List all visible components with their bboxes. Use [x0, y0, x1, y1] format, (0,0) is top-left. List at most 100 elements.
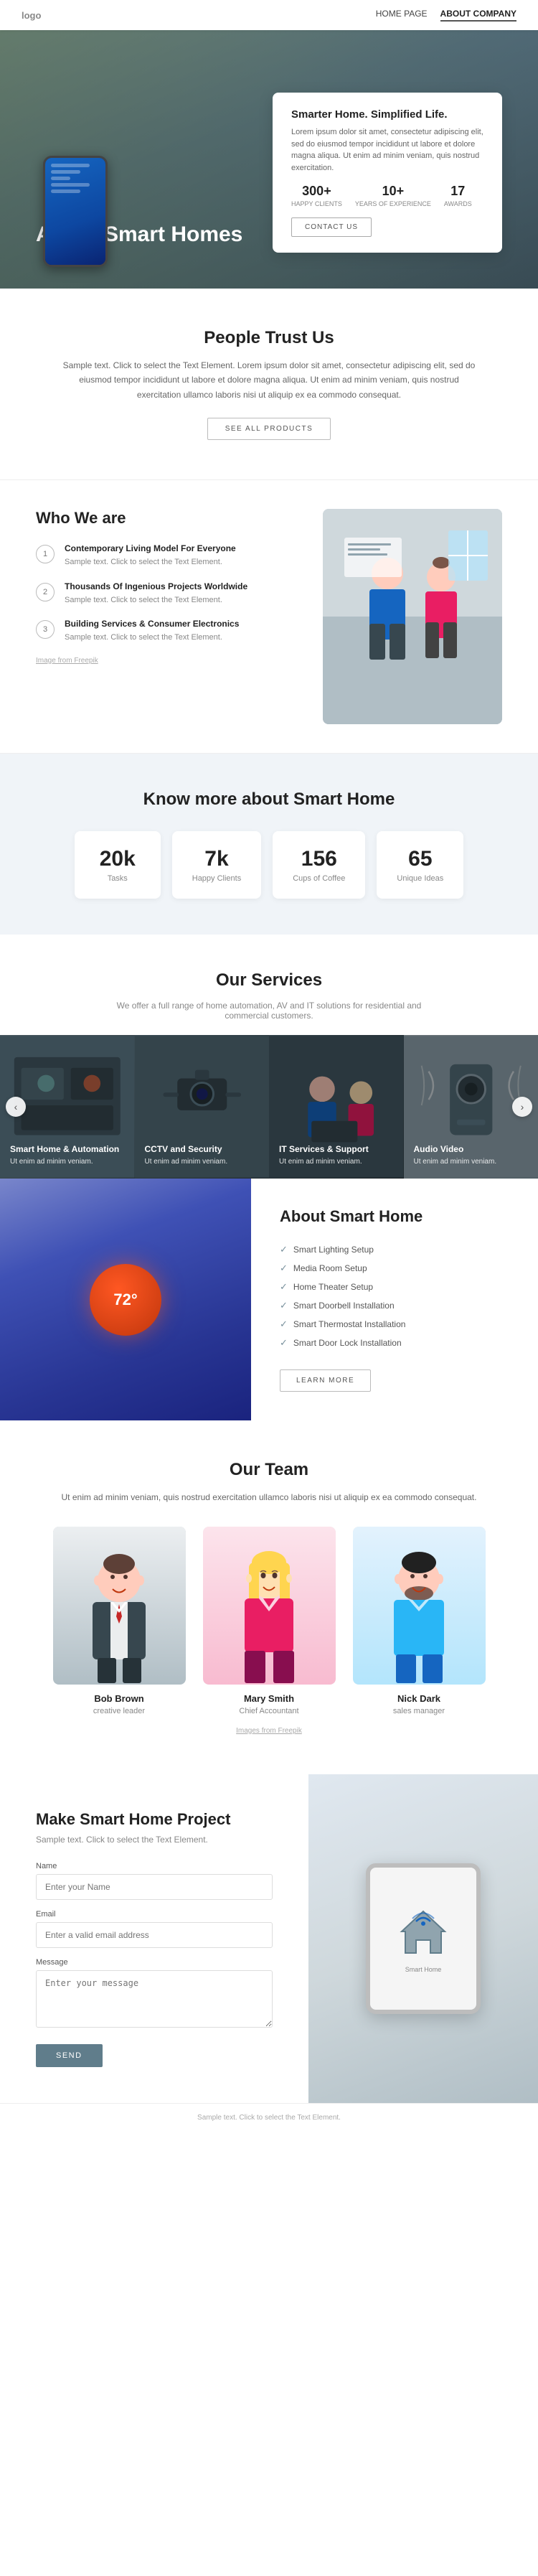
- who-photo: [323, 509, 502, 724]
- slider-prev-btn[interactable]: ‹: [6, 1097, 26, 1117]
- logo: logo: [22, 10, 41, 21]
- team-role-mary: Chief Accountant: [203, 1707, 336, 1715]
- contact-desc: Sample text. Click to select the Text El…: [36, 1835, 273, 1845]
- service-card-3-title: IT Services & Support: [279, 1144, 394, 1154]
- about-sh-content: About Smart Home ✓ Smart Lighting Setup …: [251, 1179, 538, 1420]
- hero-stats: 300+ HAPPY CLIENTS 10+ YEARS OF EXPERIEN…: [291, 184, 483, 207]
- who-num-2: 2: [36, 583, 55, 601]
- hero-phone-mockup: [43, 156, 108, 267]
- who-item-2-title: Thousands Of Ingenious Projects Worldwid…: [65, 581, 247, 591]
- phone-bar: [51, 183, 90, 187]
- stat-awards: 17 AWARDS: [444, 184, 472, 207]
- team-photo-mary: [203, 1527, 336, 1685]
- who-item-1-text: Contemporary Living Model For Everyone S…: [65, 543, 236, 568]
- list-item-1-text: Smart Lighting Setup: [293, 1245, 374, 1255]
- know-title: Know more about Smart Home: [36, 790, 502, 810]
- freepik-link-2[interactable]: Images from Freepik: [236, 1727, 302, 1735]
- about-sh-title: About Smart Home: [280, 1207, 509, 1226]
- list-item-6: ✓ Smart Door Lock Installation: [280, 1334, 509, 1352]
- who-left: Who We are 1 Contemporary Living Model F…: [36, 509, 294, 665]
- slider-next-btn[interactable]: ›: [512, 1097, 532, 1117]
- hero-card: Smarter Home. Simplified Life. Lorem ips…: [273, 93, 502, 253]
- team-title: Our Team: [36, 1460, 502, 1480]
- learn-more-btn[interactable]: LEARN MORE: [280, 1369, 371, 1392]
- phone-screen: [45, 158, 105, 265]
- hero-card-heading: Smarter Home. Simplified Life.: [291, 108, 483, 121]
- know-tasks-label: Tasks: [95, 874, 141, 883]
- team-role-nick: sales manager: [353, 1707, 486, 1715]
- know-card-tasks: 20k Tasks: [75, 831, 161, 899]
- tablet-mockup: Smart Home: [366, 1863, 481, 2014]
- send-btn[interactable]: SEND: [36, 2044, 103, 2067]
- stat-experience-label: YEARS OF EXPERIENCE: [355, 200, 431, 207]
- list-item-6-text: Smart Door Lock Installation: [293, 1338, 402, 1348]
- know-coffee-num: 156: [293, 847, 345, 871]
- service-card-2-title: CCTV and Security: [145, 1144, 260, 1154]
- trust-desc: Sample text. Click to select the Text El…: [61, 358, 477, 402]
- team-caption: Images from Freepik: [36, 1727, 502, 1735]
- who-num-3: 3: [36, 620, 55, 639]
- who-image-caption: Image from Freepik: [36, 657, 294, 665]
- stat-clients: 300+ HAPPY CLIENTS: [291, 184, 342, 207]
- who-item-3: 3 Building Services & Consumer Electroni…: [36, 619, 294, 644]
- stat-clients-num: 300+: [291, 184, 342, 199]
- services-section: Our Services We offer a full range of ho…: [0, 935, 538, 1179]
- list-item-4-text: Smart Doorbell Installation: [293, 1301, 395, 1311]
- list-item-3-text: Home Theater Setup: [293, 1282, 373, 1292]
- who-section: Who We are 1 Contemporary Living Model F…: [0, 480, 538, 753]
- know-tasks-num: 20k: [95, 847, 141, 871]
- stat-awards-num: 17: [444, 184, 472, 199]
- team-role-bob: creative leader: [53, 1707, 186, 1715]
- who-num-1: 1: [36, 545, 55, 563]
- service-card-1-title: Smart Home & Automation: [10, 1144, 125, 1154]
- team-name-nick: Nick Dark: [353, 1693, 486, 1704]
- freepik-link[interactable]: Image from Freepik: [36, 657, 98, 665]
- name-input[interactable]: [36, 1874, 273, 1900]
- services-title: Our Services: [36, 970, 502, 990]
- about-sh-image: 72°: [0, 1179, 251, 1420]
- who-right: [323, 509, 502, 724]
- about-sh-image-inner: 72°: [0, 1179, 251, 1420]
- list-item-5: ✓ Smart Thermostat Installation: [280, 1315, 509, 1334]
- team-card-nick: Nick Dark sales manager: [353, 1527, 486, 1715]
- know-card-coffee: 156 Cups of Coffee: [273, 831, 365, 899]
- know-clients-num: 7k: [192, 847, 241, 871]
- email-input[interactable]: [36, 1922, 273, 1948]
- contact-section: Make Smart Home Project Sample text. Cli…: [0, 1774, 538, 2103]
- list-item-3: ✓ Home Theater Setup: [280, 1278, 509, 1296]
- service-card-4-title: Audio Video: [414, 1144, 529, 1154]
- know-card-clients: 7k Happy Clients: [172, 831, 261, 899]
- team-cards: Bob Brown creative leader: [36, 1527, 502, 1715]
- trust-section: People Trust Us Sample text. Click to se…: [0, 289, 538, 479]
- thermostat-value: 72°: [113, 1291, 137, 1309]
- who-item-2-text: Thousands Of Ingenious Projects Worldwid…: [65, 581, 247, 606]
- footer: Sample text. Click to select the Text El…: [0, 2103, 538, 2132]
- service-card-2: CCTV and Security Ut enim ad minim venia…: [135, 1035, 270, 1179]
- service-card-3: IT Services & Support Ut enim ad minim v…: [269, 1035, 404, 1179]
- contact-form-area: Make Smart Home Project Sample text. Cli…: [0, 1774, 308, 2103]
- see-all-products-btn[interactable]: SEE ALL PRODUCTS: [207, 418, 331, 440]
- services-row: Smart Home & Automation Ut enim ad minim…: [0, 1035, 538, 1179]
- know-clients-label: Happy Clients: [192, 874, 241, 883]
- smart-home-icon: [395, 1904, 452, 1962]
- tablet-label: Smart Home: [405, 1966, 442, 1973]
- who-item-2-desc: Sample text. Click to select the Text El…: [65, 594, 247, 606]
- nav-home[interactable]: HOME PAGE: [376, 9, 428, 22]
- who-photo-svg: [323, 509, 502, 724]
- service-card-1-desc: Ut enim ad minim veniam.: [10, 1157, 125, 1167]
- check-icon-2: ✓: [280, 1263, 288, 1274]
- contact-btn[interactable]: CONTACT US: [291, 217, 372, 237]
- form-group-name: Name: [36, 1862, 273, 1900]
- service-card-3-content: IT Services & Support Ut enim ad minim v…: [269, 1035, 404, 1179]
- phone-bar: [51, 189, 80, 193]
- navigation: logo HOME PAGE ABOUT COMPANY: [0, 0, 538, 30]
- message-label: Message: [36, 1958, 273, 1967]
- list-item-4: ✓ Smart Doorbell Installation: [280, 1296, 509, 1315]
- message-input[interactable]: [36, 1970, 273, 2028]
- footer-text: Sample text. Click to select the Text El…: [197, 2114, 341, 2122]
- services-desc: We offer a full range of home automation…: [97, 1001, 441, 1021]
- phone-bar: [51, 170, 80, 174]
- nav-about[interactable]: ABOUT COMPANY: [440, 9, 516, 22]
- team-photo-nick: [353, 1527, 486, 1685]
- hero-card-body: Lorem ipsum dolor sit amet, consectetur …: [291, 126, 483, 174]
